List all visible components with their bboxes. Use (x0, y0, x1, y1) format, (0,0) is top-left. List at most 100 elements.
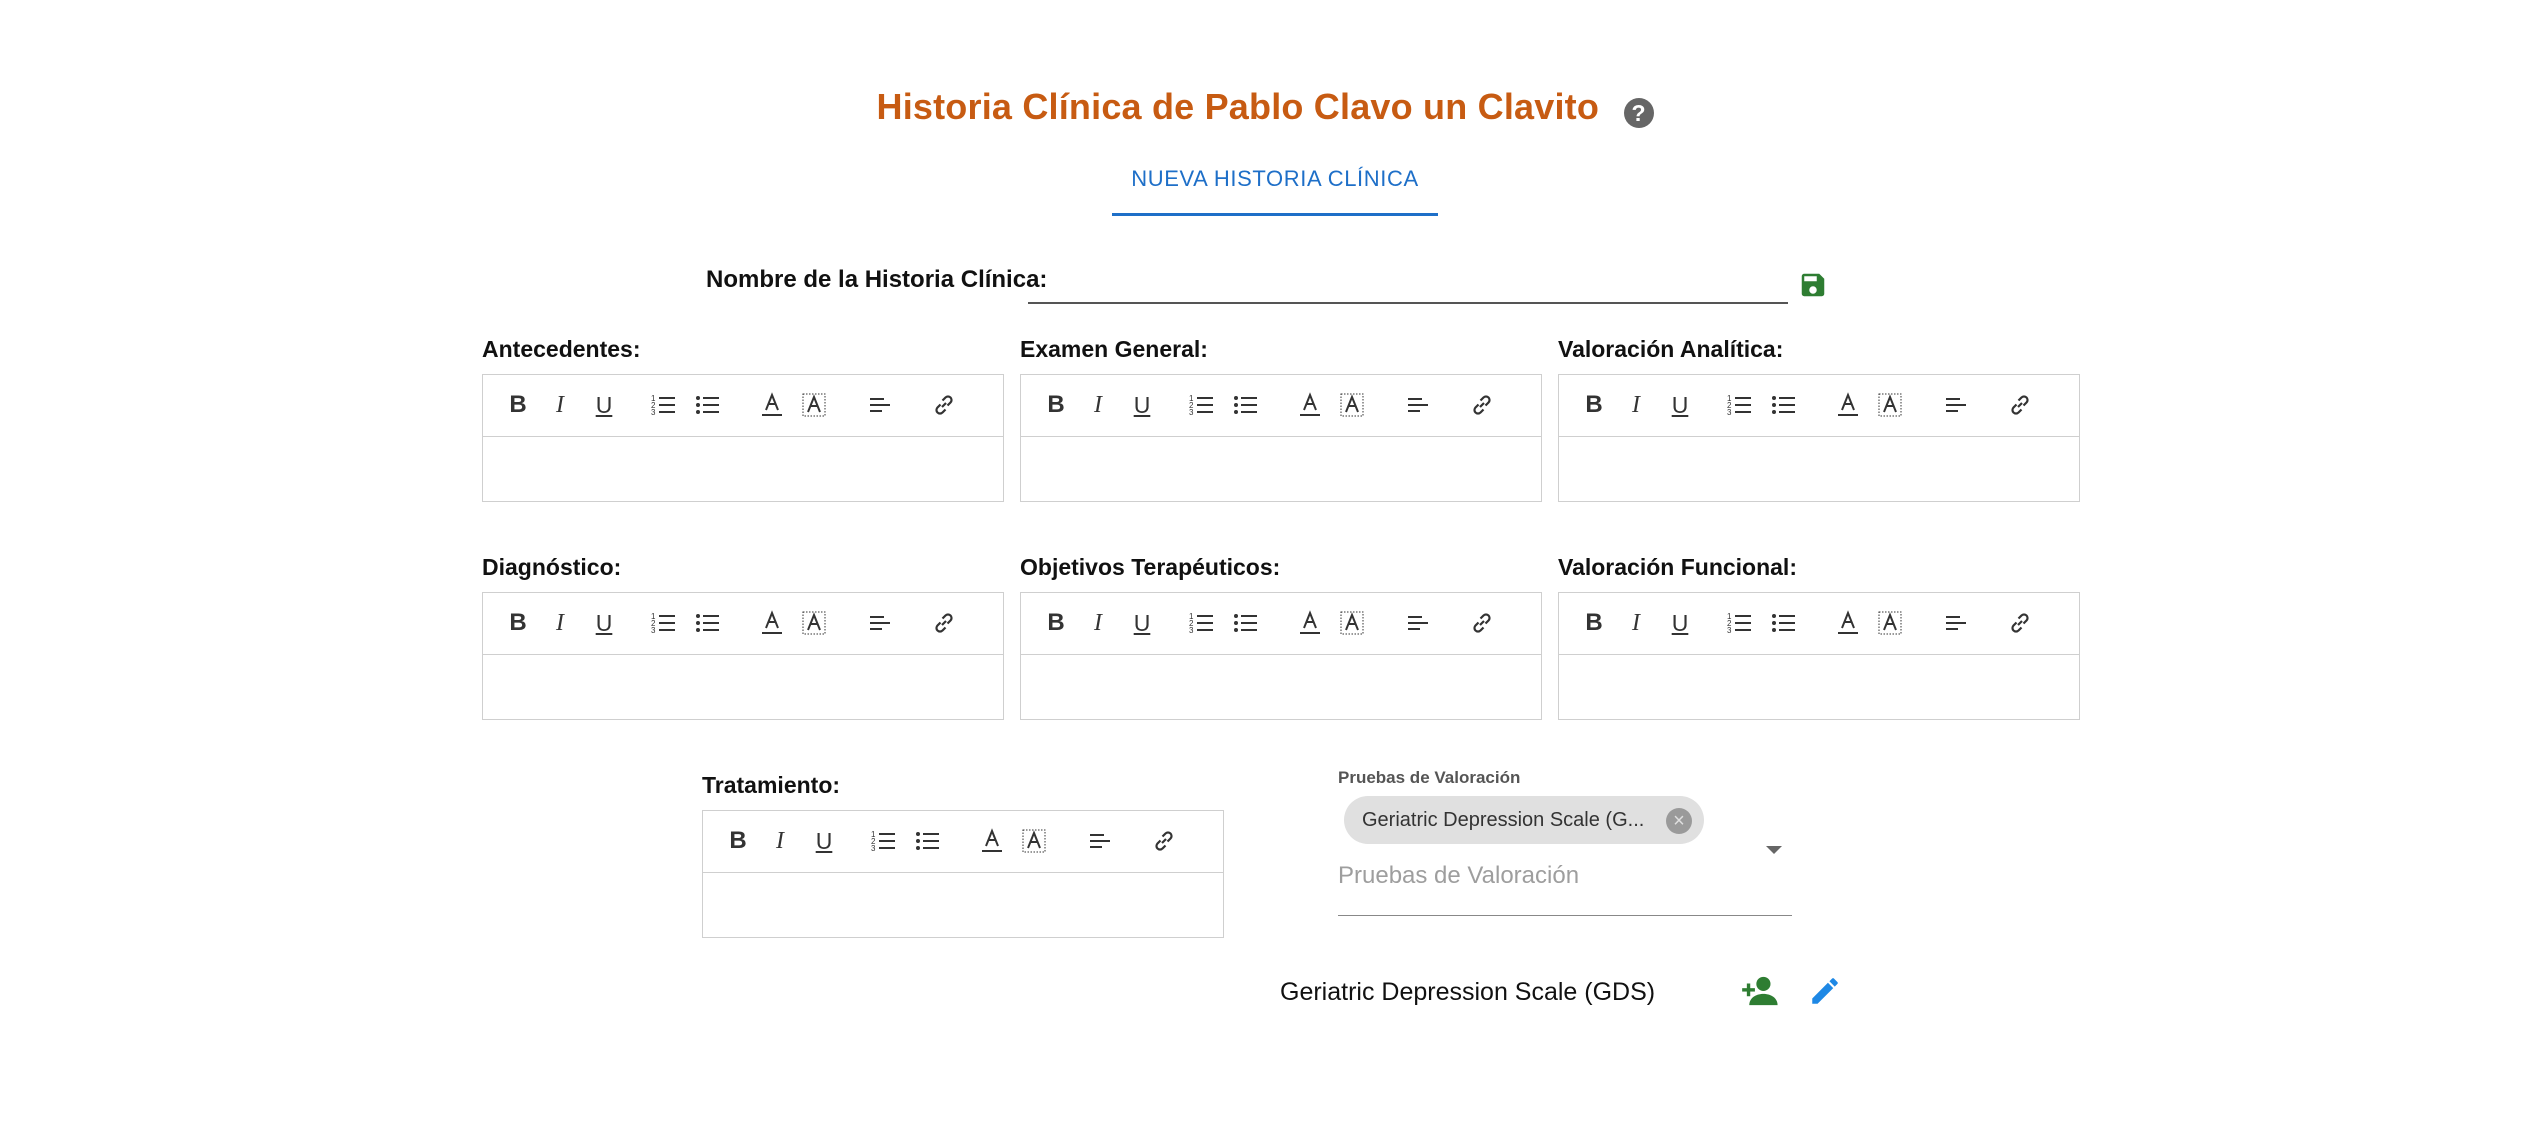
editor-toolbar: BIU 123 (1021, 375, 1541, 437)
dropdown-caret-icon[interactable] (1766, 846, 1782, 854)
editor-content-area[interactable] (703, 873, 1223, 937)
editor-content-area[interactable] (1021, 655, 1541, 719)
highlight-icon[interactable] (1875, 608, 1905, 638)
assessment-chip[interactable]: Geriatric Depression Scale (G... × (1344, 796, 1704, 844)
italic-button[interactable]: I (545, 608, 575, 638)
align-left-icon[interactable] (1941, 390, 1971, 420)
assessments-search-input[interactable] (1338, 862, 1718, 890)
page-title: Historia Clínica de Pablo Clavo un Clavi… (876, 86, 1600, 127)
editor-content-area[interactable] (1021, 437, 1541, 501)
bullet-list-icon[interactable] (1769, 608, 1799, 638)
align-left-icon[interactable] (865, 390, 895, 420)
highlight-icon[interactable] (1875, 390, 1905, 420)
font-color-icon[interactable] (1833, 608, 1863, 638)
font-color-icon[interactable] (757, 390, 787, 420)
italic-button[interactable]: I (1083, 390, 1113, 420)
editor-toolbar: BIU 123 (483, 593, 1003, 655)
save-icon[interactable] (1798, 270, 1828, 300)
italic-button[interactable]: I (545, 390, 575, 420)
highlight-icon[interactable] (1337, 608, 1367, 638)
align-left-icon[interactable] (1085, 826, 1115, 856)
tab-nueva-historia[interactable]: NUEVA HISTORIA CLÍNICA (1112, 160, 1438, 216)
ordered-list-icon[interactable]: 123 (869, 826, 899, 856)
underline-button[interactable]: U (809, 826, 839, 856)
bullet-list-icon[interactable] (693, 390, 723, 420)
history-name-label: Nombre de la Historia Clínica: (706, 266, 1048, 293)
bullet-list-icon[interactable] (1231, 390, 1261, 420)
rich-text-editor: BIU 123 (702, 810, 1224, 938)
rich-text-editor: BIU 123 (1020, 374, 1542, 502)
italic-button[interactable]: I (1621, 390, 1651, 420)
underline-button[interactable]: U (1127, 608, 1157, 638)
italic-button[interactable]: I (1083, 608, 1113, 638)
underline-button[interactable]: U (1127, 390, 1157, 420)
ordered-list-icon[interactable]: 123 (649, 608, 679, 638)
underline-button[interactable]: U (589, 608, 619, 638)
ordered-list-icon[interactable]: 123 (649, 390, 679, 420)
font-color-icon[interactable] (1295, 608, 1325, 638)
bold-button[interactable]: B (1041, 608, 1071, 638)
italic-button[interactable]: I (765, 826, 795, 856)
editor-content-area[interactable] (1559, 655, 2079, 719)
help-icon[interactable]: ? (1623, 97, 1654, 128)
bullet-list-icon[interactable] (1231, 608, 1261, 638)
align-left-icon[interactable] (865, 608, 895, 638)
edit-pencil-icon[interactable] (1808, 974, 1842, 1008)
svg-text:3: 3 (1727, 626, 1732, 635)
editor-block: Diagnóstico: B I U 1 2 3 (482, 554, 1004, 720)
assessments-select[interactable] (1338, 846, 1792, 916)
highlight-icon[interactable] (1337, 390, 1367, 420)
align-left-icon[interactable] (1941, 608, 1971, 638)
ordered-list-icon[interactable]: 123 (1725, 608, 1755, 638)
font-color-icon[interactable] (977, 826, 1007, 856)
bold-button[interactable]: B (503, 390, 533, 420)
assessment-test-name: Geriatric Depression Scale (GDS) (1280, 978, 1656, 1006)
align-left-icon[interactable] (1403, 390, 1433, 420)
bold-button[interactable]: B (723, 826, 753, 856)
assessments-label: Pruebas de Valoración (1338, 768, 1521, 787)
ordered-list-icon[interactable]: 123 (1187, 390, 1217, 420)
chip-remove-icon[interactable]: × (1666, 808, 1692, 834)
svg-text:3: 3 (651, 408, 656, 417)
editor-toolbar: BIU 123 (1021, 593, 1541, 655)
underline-button[interactable]: U (589, 390, 619, 420)
highlight-icon[interactable] (799, 608, 829, 638)
editor-content-area[interactable] (483, 437, 1003, 501)
font-color-icon[interactable] (757, 608, 787, 638)
editor-label: Antecedentes: (482, 336, 641, 362)
link-icon[interactable] (929, 390, 959, 420)
link-icon[interactable] (2005, 390, 2035, 420)
svg-text:3: 3 (1189, 626, 1194, 635)
italic-button[interactable]: I (1621, 608, 1651, 638)
link-icon[interactable] (929, 608, 959, 638)
rich-text-editor: BIU 123 (482, 592, 1004, 720)
font-color-icon[interactable] (1295, 390, 1325, 420)
link-icon[interactable] (2005, 608, 2035, 638)
link-icon[interactable] (1149, 826, 1179, 856)
highlight-icon[interactable] (1019, 826, 1049, 856)
bold-button[interactable]: B (1579, 390, 1609, 420)
align-left-icon[interactable] (1403, 608, 1433, 638)
bullet-list-icon[interactable] (913, 826, 943, 856)
ordered-list-icon[interactable]: 123 (1187, 608, 1217, 638)
editor-label: Diagnóstico: (482, 554, 622, 580)
bullet-list-icon[interactable] (1769, 390, 1799, 420)
history-name-input[interactable] (1028, 262, 1788, 304)
add-person-icon[interactable] (1742, 974, 1782, 1008)
link-icon[interactable] (1467, 390, 1497, 420)
editor-content-area[interactable] (1559, 437, 2079, 501)
page-header: Historia Clínica de Pablo Clavo un Clavi… (0, 86, 2530, 128)
highlight-icon[interactable] (799, 390, 829, 420)
bold-button[interactable]: B (503, 608, 533, 638)
font-color-icon[interactable] (1833, 390, 1863, 420)
bold-button[interactable]: B (1041, 390, 1071, 420)
bold-button[interactable]: B (1579, 608, 1609, 638)
editor-toolbar: BIU 123 (483, 375, 1003, 437)
editor-content-area[interactable] (483, 655, 1003, 719)
link-icon[interactable] (1467, 608, 1497, 638)
underline-button[interactable]: U (1665, 608, 1695, 638)
ordered-list-icon[interactable]: 123 (1725, 390, 1755, 420)
editor-block: Antecedentes: B I U 1 2 3 (482, 336, 1004, 502)
bullet-list-icon[interactable] (693, 608, 723, 638)
underline-button[interactable]: U (1665, 390, 1695, 420)
